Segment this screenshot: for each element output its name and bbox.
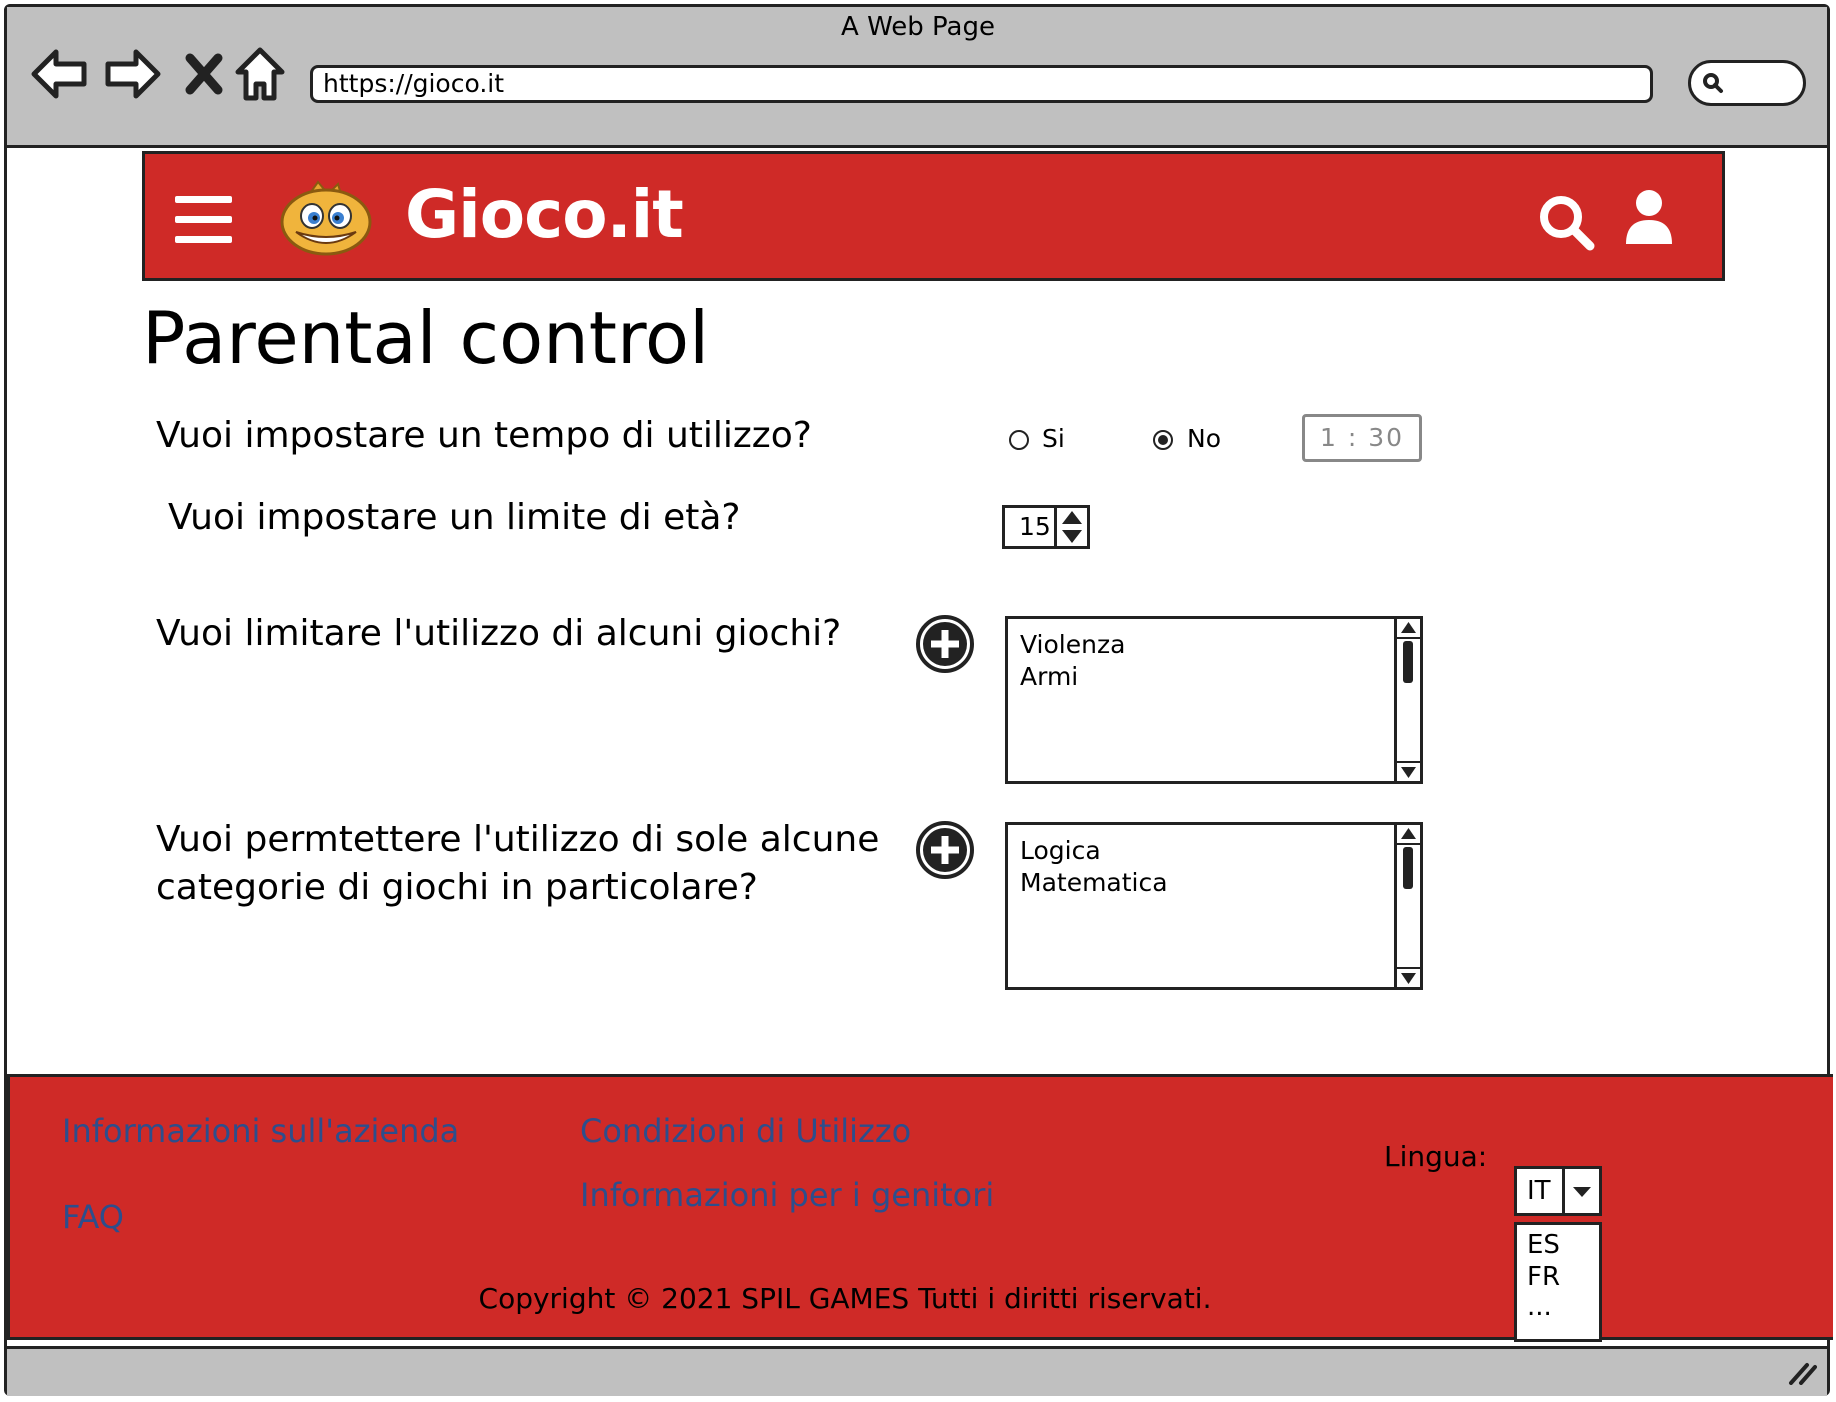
scroll-down-icon[interactable]	[1397, 967, 1420, 987]
mascot-logo[interactable]	[278, 180, 374, 260]
scroll-thumb[interactable]	[1403, 847, 1413, 889]
language-label: Lingua:	[1384, 1140, 1488, 1173]
list-item[interactable]: Armi	[1020, 661, 1125, 693]
url-bar[interactable]: https://gioco.it	[310, 65, 1653, 103]
search-icon[interactable]	[1536, 192, 1596, 252]
age-limit-value: 15	[1019, 512, 1051, 541]
chevron-down-icon[interactable]	[1562, 1169, 1599, 1213]
url-text: https://gioco.it	[323, 69, 505, 98]
faq-link[interactable]: FAQ	[62, 1198, 124, 1236]
limit-games-question: Vuoi limitare l'utilizzo di alcuni gioch…	[156, 613, 842, 654]
radio-yes-label: Si	[1042, 424, 1065, 453]
language-select[interactable]: IT	[1514, 1166, 1602, 1216]
user-account-icon[interactable]	[1624, 188, 1674, 246]
home-icon[interactable]	[234, 44, 286, 104]
scroll-up-icon[interactable]	[1397, 825, 1420, 845]
time-limit-field[interactable]: 1 : 30	[1302, 414, 1422, 462]
blocked-games-list[interactable]: Violenza Armi	[1005, 616, 1423, 784]
site-header	[142, 151, 1725, 281]
list-item[interactable]: Violenza	[1020, 629, 1125, 661]
add-blocked-game-button[interactable]	[915, 614, 975, 674]
radio-yes[interactable]	[1009, 430, 1029, 450]
scroll-thumb[interactable]	[1403, 641, 1413, 683]
list-item[interactable]: Matematica	[1020, 867, 1168, 899]
language-option[interactable]: ES	[1527, 1229, 1560, 1261]
parents-info-link[interactable]: Informazioni per i genitori	[580, 1176, 994, 1214]
stepper-arrows-icon[interactable]	[1054, 508, 1087, 546]
add-allowed-category-button[interactable]	[915, 820, 975, 880]
hamburger-menu-icon[interactable]	[175, 196, 232, 244]
browser-search-field[interactable]	[1688, 60, 1806, 106]
search-icon	[1703, 73, 1723, 93]
age-limit-stepper[interactable]: 15	[1002, 505, 1090, 549]
language-selected-value: IT	[1527, 1176, 1551, 1206]
company-info-link[interactable]: Informazioni sull'azienda	[62, 1112, 459, 1150]
browser-status-bar	[7, 1346, 1827, 1396]
list-item[interactable]: Logica	[1020, 835, 1168, 867]
scroll-up-icon[interactable]	[1397, 619, 1420, 639]
scroll-down-icon[interactable]	[1397, 761, 1420, 781]
scrollbar[interactable]	[1394, 619, 1420, 781]
brand-logo-text[interactable]: Gioco.it	[405, 176, 684, 253]
close-icon[interactable]	[184, 44, 224, 104]
usage-time-question: Vuoi impostare un tempo di utilizzo?	[156, 415, 812, 456]
allow-categories-question: Vuoi permtettere l'utilizzo di sole alcu…	[156, 819, 880, 908]
allowed-categories-list[interactable]: Logica Matematica	[1005, 822, 1423, 990]
radio-no-label: No	[1187, 424, 1221, 453]
resize-grip-icon[interactable]	[1787, 1359, 1817, 1385]
copyright-text: Copyright © 2021 SPIL GAMES Tutti i diri…	[478, 1282, 1212, 1315]
back-arrow-icon[interactable]	[30, 44, 88, 104]
terms-link[interactable]: Condizioni di Utilizzo	[580, 1112, 911, 1150]
age-limit-question: Vuoi impostare un limite di età?	[168, 497, 741, 538]
window-title: A Web Page	[841, 12, 995, 42]
scrollbar[interactable]	[1394, 825, 1420, 987]
forward-arrow-icon[interactable]	[104, 44, 162, 104]
page-title: Parental control	[142, 296, 710, 380]
radio-no[interactable]	[1153, 430, 1173, 450]
